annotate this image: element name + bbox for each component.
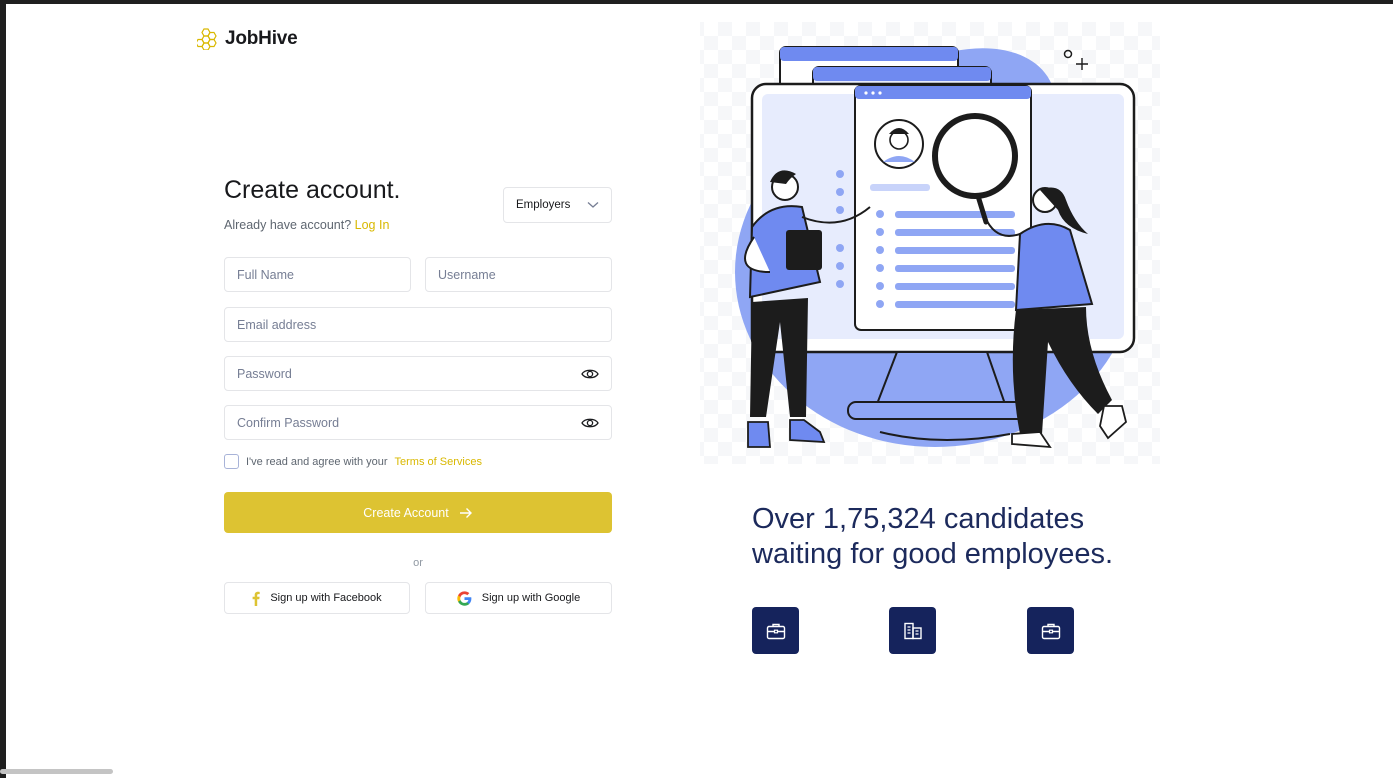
login-prompt-text: Already have account?: [224, 218, 352, 232]
brand-logo[interactable]: JobHive: [197, 28, 298, 50]
full-name-input[interactable]: [237, 267, 398, 282]
briefcase-icon: [766, 623, 785, 639]
confirm-password-field[interactable]: [224, 405, 612, 440]
email-field[interactable]: [224, 307, 612, 342]
chevron-down-icon: [587, 202, 599, 208]
google-icon: [457, 590, 472, 606]
building-icon: [903, 622, 922, 639]
email-input[interactable]: [237, 317, 599, 332]
account-type-select[interactable]: Employers: [503, 187, 612, 223]
stat-building-icon-tile: [889, 607, 936, 654]
username-field[interactable]: [425, 257, 612, 292]
eye-icon[interactable]: [581, 366, 599, 382]
password-input[interactable]: [237, 366, 599, 381]
google-signup-label: Sign up with Google: [481, 592, 581, 604]
brand-name: JobHive: [225, 28, 298, 49]
hero-headline: Over 1,75,324 candidates waiting for goo…: [752, 502, 1113, 572]
facebook-signup-button[interactable]: Sign up with Facebook: [224, 582, 410, 614]
arrow-right-icon: [459, 507, 472, 518]
window-frame-top: [0, 0, 1393, 4]
create-account-button[interactable]: Create Account: [224, 492, 612, 533]
window-frame-left: [0, 0, 6, 778]
username-input[interactable]: [438, 267, 599, 282]
terms-link[interactable]: Terms of Services: [395, 456, 482, 468]
briefcase-icon: [1041, 623, 1060, 639]
terms-text: I've read and agree with your: [246, 455, 388, 468]
login-link[interactable]: Log In: [355, 218, 390, 232]
or-divider: or: [413, 557, 423, 569]
honeycomb-icon: [197, 28, 217, 50]
page-title: Create account.: [224, 176, 401, 204]
horizontal-scrollbar[interactable]: [0, 769, 113, 774]
password-field[interactable]: [224, 356, 612, 391]
stat-briefcase-icon-tile: [752, 607, 799, 654]
google-signup-button[interactable]: Sign up with Google: [425, 582, 612, 614]
eye-icon[interactable]: [581, 415, 599, 431]
terms-row: I've read and agree with your Terms of S…: [224, 454, 482, 469]
account-type-value: Employers: [516, 199, 571, 211]
hero-headline-line2: waiting for good employees.: [752, 538, 1114, 570]
login-prompt: Already have account? Log In: [224, 218, 389, 232]
create-account-label: Create Account: [363, 505, 449, 520]
facebook-signup-label: Sign up with Facebook: [270, 592, 382, 604]
confirm-password-input[interactable]: [237, 415, 599, 430]
hiring-illustration: [700, 22, 1160, 464]
full-name-field[interactable]: [224, 257, 411, 292]
stat-briefcase-icon-tile: [1027, 607, 1074, 654]
facebook-icon: [252, 591, 261, 606]
terms-checkbox[interactable]: [224, 454, 239, 469]
hero-headline-line1: Over 1,75,324 candidates: [752, 503, 1085, 535]
